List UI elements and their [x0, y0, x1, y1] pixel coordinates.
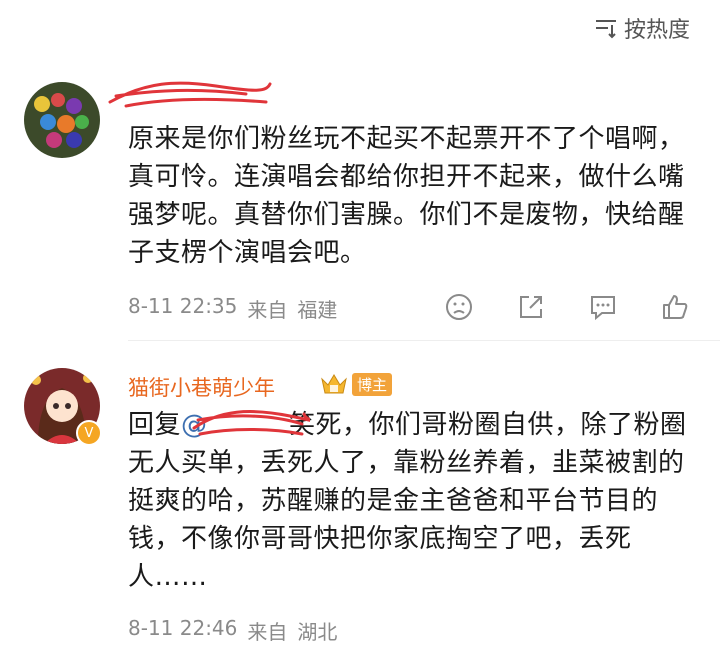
comment-time: 8-11 22:35: [128, 294, 238, 318]
avatar-image: [24, 82, 100, 158]
share-button[interactable]: [516, 292, 546, 322]
comment-meta: 8-11 22:46 来自 湖北: [128, 616, 337, 645]
username[interactable]: 猫街小巷萌少年: [128, 372, 275, 402]
verified-badge-icon: V: [76, 420, 102, 446]
comment-actions: [444, 292, 690, 322]
reply-prefix: 回复: [128, 410, 182, 440]
from-label: 来自: [247, 620, 288, 644]
comment-meta: 8-11 22:35 来自 福建: [128, 294, 337, 323]
mention-link[interactable]: @: [181, 406, 289, 444]
comment-text: 回复@ 笑死，你们哥粉圈自供，除了粉圈无人买单，丢死人了，靠粉丝养着，韭菜被割的挺…: [128, 406, 696, 596]
from-label: 来自: [247, 298, 288, 322]
avatar[interactable]: [24, 82, 100, 158]
user-badges: 博主: [320, 371, 393, 397]
avatar[interactable]: V: [24, 368, 102, 446]
comment-location: 湖北: [297, 620, 338, 644]
comment-time: 8-11 22:46: [128, 616, 238, 640]
share-icon: [520, 296, 542, 318]
sort-label: 按热度: [623, 18, 690, 43]
comment-location: 福建: [297, 298, 338, 322]
sort-icon: [595, 20, 616, 39]
sort-by-hot-button[interactable]: 按热度: [594, 12, 690, 44]
crown-level-icon: [321, 374, 347, 394]
like-button[interactable]: [660, 292, 690, 322]
dislike-icon: [446, 294, 472, 320]
comment-text: 原来是你们粉丝玩不起买不起票开不了个唱啊，真可怜。连演唱会都给你担开不起来，做什…: [128, 124, 685, 268]
like-icon: [663, 295, 688, 319]
blogger-badge: 博主: [352, 372, 393, 396]
divider: [128, 340, 720, 341]
dislike-button[interactable]: [444, 292, 474, 322]
redaction-scribble: [108, 81, 272, 108]
comment-icon: [591, 296, 615, 321]
reply-button[interactable]: [588, 292, 618, 322]
